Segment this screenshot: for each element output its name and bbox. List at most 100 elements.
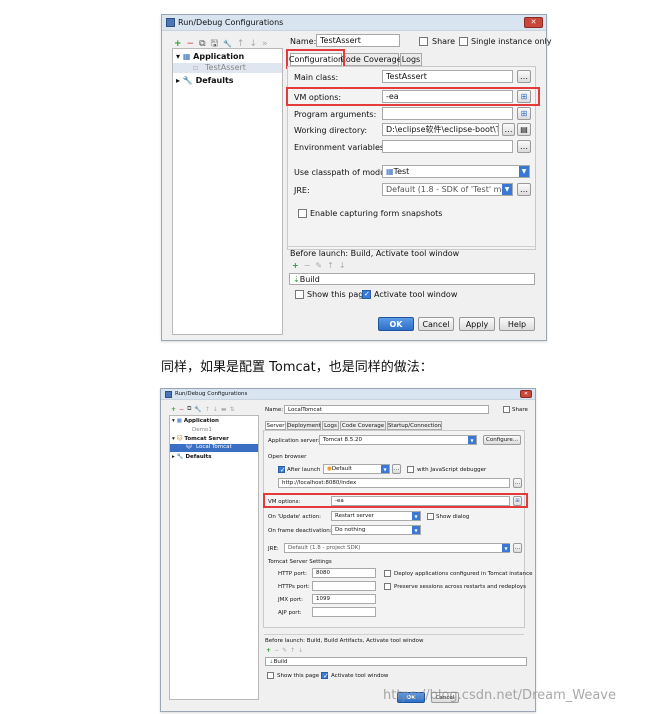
jre-browse-button[interactable]: … — [517, 183, 531, 196]
on-update-select[interactable]: Restart server — [331, 511, 421, 521]
working-directory-field[interactable]: D:\eclipse软件\eclipse-boot\Test — [382, 123, 499, 136]
http-port-field[interactable]: 8080 — [312, 568, 376, 578]
add-icon[interactable]: + — [292, 261, 299, 270]
tab-code-coverage[interactable]: Code Coverage — [340, 53, 402, 66]
show-dialog-checkbox[interactable] — [427, 513, 434, 520]
tree-item-local-tomcat[interactable]: 🐱 Local Tomcat — [170, 444, 258, 452]
show-page-checkbox[interactable] — [295, 290, 304, 299]
chevron-down-icon[interactable]: ▼ — [412, 526, 420, 534]
classpath-module-select[interactable]: ▦ Test — [382, 165, 530, 178]
move-up-icon[interactable]: ↑ — [205, 406, 210, 413]
single-instance-checkbox[interactable] — [459, 37, 468, 46]
copy-icon[interactable]: ⧉ — [187, 405, 191, 413]
move-down-icon[interactable]: ↓ — [298, 647, 303, 654]
tree-item-defaults[interactable]: ▸ 🔧 Defaults — [176, 76, 234, 85]
tree-item-application[interactable]: ▾ ▦ Application — [172, 418, 219, 424]
open-browser-label: Open browser — [268, 454, 307, 460]
tab-deployment[interactable]: Deployment — [287, 421, 321, 430]
snapshots-checkbox[interactable] — [298, 209, 307, 218]
chevron-down-icon[interactable]: ▼ — [468, 436, 476, 444]
folder-icon[interactable]: ▬ — [221, 406, 227, 413]
name-field[interactable]: LocalTomcat — [284, 405, 489, 414]
preserve-sessions-checkbox[interactable] — [384, 583, 391, 590]
show-dialog-label: Show dialog — [436, 514, 470, 520]
sort-icon[interactable]: ⇅ — [230, 406, 235, 413]
environment-variables-field[interactable] — [382, 140, 513, 153]
chevron-down-icon[interactable]: ▼ — [502, 544, 510, 552]
add-icon[interactable]: + — [266, 647, 271, 654]
tab-startup-connection[interactable]: Startup/Connection — [387, 421, 442, 430]
show-page-checkbox[interactable] — [267, 672, 274, 679]
environment-variables-browse-button[interactable]: … — [517, 140, 531, 153]
url-browse-button[interactable]: … — [513, 478, 522, 488]
jre-select[interactable]: Default (1.8 - project SDK) — [284, 543, 510, 553]
chevron-down-icon[interactable]: ▼ — [412, 512, 420, 520]
chevron-down-icon[interactable]: ▼ — [519, 166, 529, 177]
tab-logs[interactable]: Logs — [400, 53, 422, 66]
js-debugger-label: with JavaScript debugger — [417, 467, 487, 473]
wrench-icon[interactable]: 🔧 — [194, 406, 201, 413]
apply-button[interactable]: Apply — [459, 317, 495, 331]
main-class-field[interactable]: TestAssert — [382, 70, 513, 83]
main-class-browse-button[interactable]: … — [517, 70, 531, 83]
working-directory-macro-button[interactable]: ▤ — [517, 123, 531, 136]
single-instance-label: Single instance only — [471, 37, 552, 46]
chevron-down-icon[interactable]: ▼ — [502, 184, 512, 195]
tree-item-defaults[interactable]: ▸ 🔧 Defaults — [172, 454, 212, 460]
share-checkbox[interactable] — [419, 37, 428, 46]
move-up-icon[interactable]: ↑ — [327, 261, 334, 270]
tree-item-testassert[interactable]: ▫ TestAssert — [173, 63, 282, 73]
ajp-port-field[interactable] — [312, 607, 376, 617]
deploy-checkbox[interactable] — [384, 570, 391, 577]
help-button[interactable]: Help — [499, 317, 535, 331]
configure-button[interactable]: Configure... — [483, 435, 521, 445]
remove-icon[interactable]: − — [274, 647, 279, 654]
js-debugger-checkbox[interactable] — [407, 466, 414, 473]
add-icon[interactable]: + — [171, 406, 176, 413]
before-launch-toolbar: + − ✎ ↑ ↓ — [266, 647, 303, 654]
cancel-button[interactable]: Cancel — [418, 317, 454, 331]
tree-item-demo1[interactable]: Demo1 — [192, 427, 212, 433]
remove-icon[interactable]: − — [304, 261, 311, 270]
url-field[interactable]: http://localhost:8080/index — [278, 478, 510, 488]
tab-logs[interactable]: Logs — [322, 421, 339, 430]
program-arguments-field[interactable] — [382, 107, 513, 120]
http-port-label: HTTP port: — [278, 571, 307, 577]
move-down-icon[interactable]: ↓ — [213, 406, 218, 413]
working-directory-browse-button[interactable]: … — [502, 123, 515, 136]
https-port-field[interactable] — [312, 581, 376, 591]
jre-browse-button[interactable]: … — [513, 543, 522, 553]
edit-icon[interactable]: ✎ — [315, 261, 322, 270]
share-checkbox[interactable] — [503, 406, 510, 413]
ok-button[interactable]: OK — [378, 317, 414, 331]
close-button[interactable]: ✕ — [520, 390, 532, 398]
move-down-icon[interactable]: ↓ — [339, 261, 346, 270]
jre-select[interactable]: Default (1.8 - SDK of 'Test' module) — [382, 183, 513, 196]
chevron-down-icon[interactable]: ▼ — [381, 465, 389, 473]
preserve-sessions-label: Preserve sessions across restarts and re… — [394, 584, 526, 590]
tree-item-tomcat-server[interactable]: ▾ 🐱 Tomcat Server — [172, 436, 229, 442]
browser-browse-button[interactable]: … — [392, 464, 401, 474]
app-server-select[interactable]: Tomcat 8.5.20 — [319, 435, 477, 445]
close-button[interactable]: ✕ — [524, 17, 543, 28]
wrench-icon[interactable]: 🔧 — [223, 40, 232, 48]
activate-tool-window-checkbox[interactable] — [321, 672, 329, 680]
program-arguments-expand-button[interactable]: ⊞ — [517, 107, 531, 120]
expand-arrow-icon: ▾ — [176, 52, 183, 61]
tree-item-application[interactable]: ▾ ▦ Application — [176, 52, 244, 61]
tab-code-coverage[interactable]: Code Coverage — [340, 421, 386, 430]
after-launch-checkbox[interactable] — [278, 466, 286, 474]
move-up-icon[interactable]: ↑ — [290, 647, 295, 654]
jmx-port-field[interactable]: 1099 — [312, 594, 376, 604]
browser-select[interactable]: ● Default — [323, 464, 390, 474]
caption-text: 同样，如果是配置 Tomcat，也是同样的做法： — [161, 360, 433, 375]
name-field[interactable]: TestAssert — [316, 34, 400, 47]
bottom-dialog: Run/Debug Configurations ✕ + − ⧉ 🔧 ↑ ↓ ▬… — [160, 388, 616, 712]
remove-icon[interactable]: − — [179, 406, 184, 413]
on-frame-select[interactable]: Do nothing — [331, 525, 421, 535]
activate-tool-window-checkbox[interactable] — [362, 290, 371, 299]
application-icon: ▦ — [182, 52, 194, 61]
edit-icon[interactable]: ✎ — [282, 647, 287, 654]
tab-server[interactable]: Server — [265, 421, 286, 430]
config-tree: ▾ ▦ Application ▫ TestAssert ▸ 🔧 Default… — [172, 48, 283, 335]
